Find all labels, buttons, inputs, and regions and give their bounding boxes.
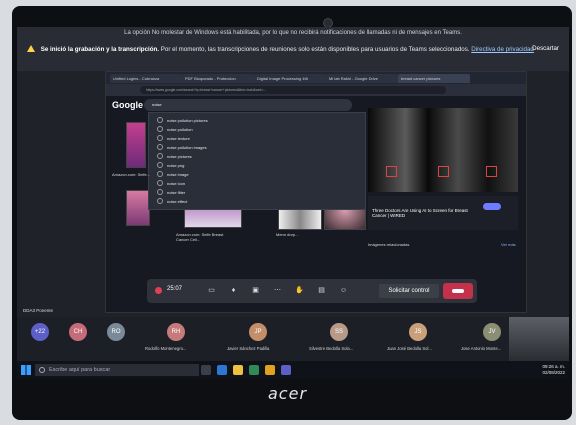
lesion-marker xyxy=(386,166,397,177)
laptop-screen: La opción No molestar de Windows está ha… xyxy=(17,27,569,379)
preview-info: Three Doctors Are Using AI to Screen for… xyxy=(368,196,518,230)
more-icon[interactable]: ⋯ xyxy=(273,286,282,295)
participant-name: Juan José Bedolla Sol... xyxy=(387,346,432,351)
privacy-link[interactable]: Directiva de privacidad xyxy=(471,46,534,53)
visit-button[interactable] xyxy=(483,203,501,210)
camera-icon[interactable]: ▭ xyxy=(207,286,216,295)
dismiss-button[interactable]: Descartar xyxy=(532,45,559,52)
recording-notice: Se inició la grabación y la transcripció… xyxy=(27,45,534,53)
browser-tab-active[interactable]: breast cancer pictures xyxy=(398,74,470,83)
dnd-notice: La opción No molestar de Windows está ha… xyxy=(124,30,462,36)
warning-icon xyxy=(27,45,35,52)
search-icon xyxy=(157,162,163,168)
search-icon xyxy=(157,144,163,150)
teams-icon[interactable] xyxy=(281,365,291,375)
google-search-input[interactable]: noise xyxy=(144,99,352,111)
participant-avatar[interactable]: RO xyxy=(107,323,125,341)
people-icon[interactable]: ☺ xyxy=(339,286,348,295)
participant-name: Javier Sánchez Padilla xyxy=(227,346,270,351)
book-thumbnail[interactable] xyxy=(126,122,146,168)
browser-tab[interactable]: Mi lab Rakhi - Google Drive xyxy=(326,74,398,83)
participant-avatar[interactable]: +22 xyxy=(31,323,49,341)
shared-screen: Unified Logins - Cobranza PDF Bloqueado … xyxy=(105,71,527,313)
search-icon xyxy=(157,135,163,141)
image-caption: Amazon.com: Seife Breast Cancer Cell... xyxy=(176,232,224,242)
self-view-video xyxy=(509,317,569,361)
browser-tab[interactable]: Unified Logins - Cobranza xyxy=(110,74,182,83)
recording-notice-text: Por el momento, las transcripciones de r… xyxy=(160,46,470,53)
search-icon xyxy=(157,180,163,186)
meeting-timer: 25:07 xyxy=(167,286,183,292)
taskbar-search[interactable]: Escribe aquí para buscar xyxy=(35,364,199,376)
book-thumbnail[interactable] xyxy=(126,190,150,226)
participant-name: Jose Antonio Monte... xyxy=(461,346,502,351)
edge-icon[interactable] xyxy=(217,365,227,375)
browser-tabs: Unified Logins - Cobranza PDF Bloqueado … xyxy=(106,72,526,84)
participant-strip: +22 CH RO RH Rodolfo Montenegro... JP Ja… xyxy=(17,317,569,361)
suggestion-item[interactable]: noise png xyxy=(157,162,184,168)
suggestion-item[interactable]: noise icon xyxy=(157,180,185,186)
participant-avatar[interactable]: JS xyxy=(409,323,427,341)
chat-icon[interactable]: ▤ xyxy=(317,286,326,295)
address-bar[interactable]: https://www.google.com/search?q=breast+c… xyxy=(140,86,446,94)
search-suggestions: noise pollution pictures noise pollution… xyxy=(148,112,366,210)
participant-name: Silvestre Bedolla Sola... xyxy=(309,346,354,351)
image-caption: Menn dorp... xyxy=(276,232,299,237)
file-explorer-icon[interactable] xyxy=(233,365,243,375)
search-icon xyxy=(157,153,163,159)
search-icon xyxy=(157,198,163,204)
presenter-label: DDA3 Ponente xyxy=(23,308,54,313)
suggestion-item[interactable]: noise pollution images xyxy=(157,144,207,150)
suggestion-item[interactable]: noise pictures xyxy=(157,153,192,159)
search-icon xyxy=(157,189,163,195)
participant-name: Rodolfo Montenegro... xyxy=(145,346,187,351)
request-control-button[interactable]: Solicitar control xyxy=(379,284,439,298)
mammogram-preview[interactable] xyxy=(368,108,518,192)
suggestion-item[interactable]: noise texture xyxy=(157,135,190,141)
notification-area: La opción No molestar de Windows está ha… xyxy=(17,27,569,71)
participant-avatar[interactable]: RH xyxy=(167,323,185,341)
suggestion-item[interactable]: noise filter xyxy=(157,189,185,195)
end-call-button[interactable] xyxy=(443,283,473,299)
participant-avatar[interactable]: JV xyxy=(483,323,501,341)
related-images-label: Imágenes relacionadas xyxy=(368,242,410,247)
lesion-marker xyxy=(438,166,449,177)
participant-avatar[interactable]: JP xyxy=(249,323,267,341)
recording-notice-bold: Se inició la grabación y la transcripció… xyxy=(40,46,160,53)
meeting-control-bar: 25:07 ▭ ♦ ▣ ⋯ ✋ ▤ ☺ Solicitar control xyxy=(147,279,477,303)
windows-taskbar: Escribe aquí para buscar 09:26 a. m. 02/… xyxy=(17,361,569,379)
browser-tab[interactable]: Digital Image Processing 4th xyxy=(254,74,326,83)
acer-logo: acer xyxy=(268,384,308,403)
recording-icon xyxy=(155,287,162,294)
address-row: https://www.google.com/search?q=breast+c… xyxy=(106,84,526,96)
participant-avatar[interactable]: SS xyxy=(330,323,348,341)
search-icon xyxy=(157,117,163,123)
taskbar-search-placeholder: Escribe aquí para buscar xyxy=(49,367,111,373)
preview-title: Three Doctors Are Using AI to Screen for… xyxy=(372,208,468,218)
share-icon[interactable]: ▣ xyxy=(251,286,260,295)
search-icon xyxy=(157,126,163,132)
hand-icon[interactable]: ✋ xyxy=(295,286,304,295)
image-caption: Amazon.com: Seife... xyxy=(112,172,151,177)
suggestion-item[interactable]: noise pollution xyxy=(157,126,193,132)
google-logo[interactable]: Google xyxy=(112,100,143,110)
lesion-marker xyxy=(486,166,497,177)
task-view-icon[interactable] xyxy=(201,365,211,375)
system-clock[interactable]: 09:26 a. m. 02/08/2022 xyxy=(542,364,565,376)
search-icon xyxy=(39,367,45,373)
clock-date: 02/08/2022 xyxy=(542,370,565,375)
phone-icon xyxy=(452,289,464,293)
store-icon[interactable] xyxy=(249,365,259,375)
chrome-icon[interactable] xyxy=(265,365,275,375)
suggestion-item[interactable]: noise effect xyxy=(157,198,187,204)
suggestion-item[interactable]: noise pollution pictures xyxy=(157,117,208,123)
photo-background: La opción No molestar de Windows está ha… xyxy=(0,0,576,425)
windows-start-icon[interactable] xyxy=(21,365,31,375)
participant-avatar[interactable]: CH xyxy=(69,323,87,341)
browser-tab[interactable]: PDF Bloqueado - Proteccion xyxy=(182,74,254,83)
mic-icon[interactable]: ♦ xyxy=(229,286,238,295)
see-more-link[interactable]: Ver más xyxy=(501,242,516,247)
